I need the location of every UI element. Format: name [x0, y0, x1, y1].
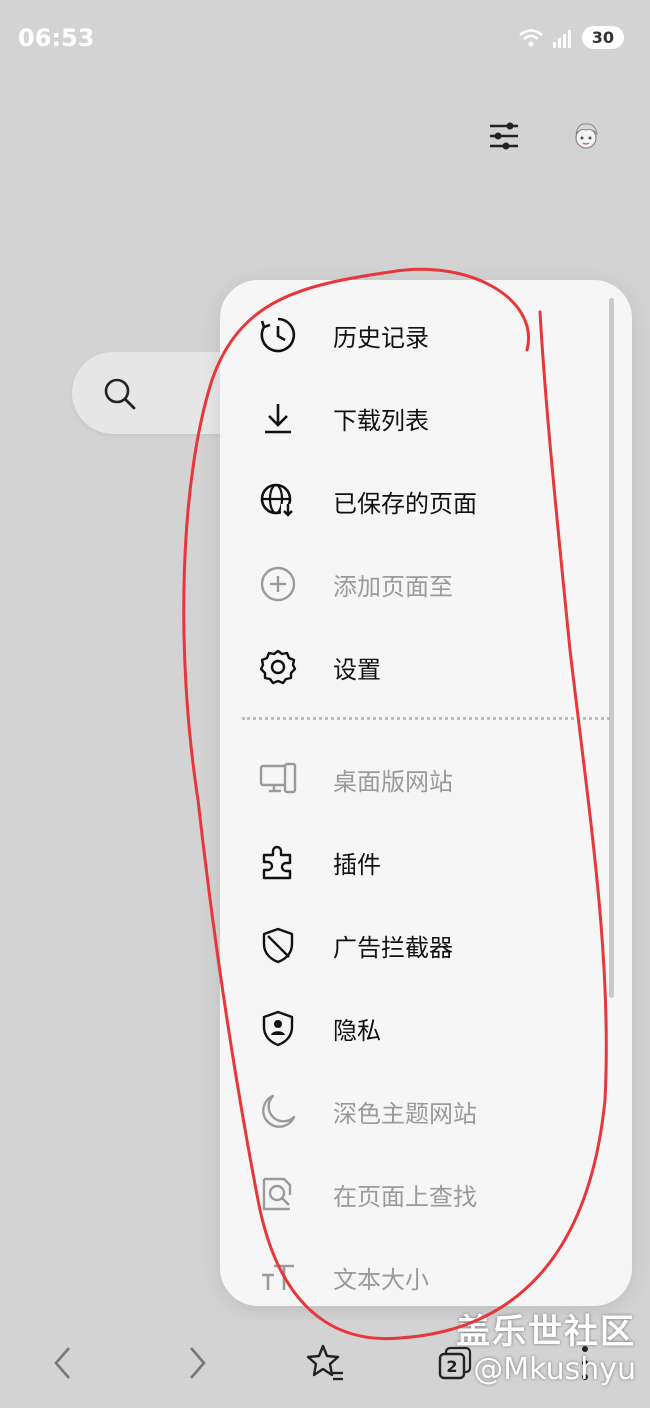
menu-item-label: 隐私: [333, 1016, 381, 1045]
privacy-shield-icon: [258, 1008, 298, 1048]
sliders-icon: [490, 122, 518, 150]
menu-item-label: 在页面上查找: [333, 1182, 477, 1211]
menu-item-label: 文本大小: [333, 1265, 429, 1294]
avatar-icon: [575, 123, 598, 149]
chevron-right-icon: [190, 1347, 206, 1379]
menu-item-label: 深色主题网站: [333, 1099, 477, 1128]
puzzle-icon: [258, 842, 298, 882]
history-icon: [258, 315, 298, 355]
customize-toolbar-button[interactable]: [480, 112, 528, 160]
status-icons: 30: [518, 26, 624, 49]
tabs-count: 2: [446, 1357, 457, 1376]
desktop-icon: [258, 759, 298, 799]
status-time: 06:53: [18, 24, 95, 52]
text-size-icon: [258, 1257, 298, 1297]
menu-item-history[interactable]: 历史记录: [220, 300, 600, 370]
saved-pages-icon: [258, 481, 298, 521]
chevron-left-icon: [54, 1347, 70, 1379]
avatar[interactable]: [562, 112, 610, 160]
menu-item-ad-blocker[interactable]: 广告拦截器: [220, 910, 600, 980]
battery-badge: 30: [581, 26, 624, 49]
back-button[interactable]: [38, 1338, 88, 1388]
watermark-site: 盖乐世社区: [456, 1312, 636, 1352]
menu-item-add-ons[interactable]: 插件: [220, 827, 600, 897]
menu-scrollbar[interactable]: [609, 298, 614, 998]
top-toolbar: [480, 112, 610, 160]
menu-item-label: 设置: [333, 655, 381, 684]
shield-slash-icon: [258, 925, 298, 965]
menu-item-find-in-page[interactable]: 在页面上查找: [220, 1159, 600, 1229]
menu-item-label: 添加页面至: [333, 572, 453, 601]
menu-item-downloads[interactable]: 下载列表: [220, 383, 600, 453]
menu-item-privacy[interactable]: 隐私: [220, 993, 600, 1063]
menu-item-label: 桌面版网站: [333, 767, 453, 796]
menu-item-label: 插件: [333, 850, 381, 879]
menu-item-settings[interactable]: 设置: [220, 632, 600, 702]
watermark-user: @Mkushyu: [473, 1352, 636, 1387]
gear-icon: [258, 647, 298, 687]
menu-item-label: 历史记录: [333, 323, 429, 352]
star-list-icon: [306, 1344, 343, 1381]
download-icon: [258, 398, 298, 438]
moon-icon: [258, 1091, 298, 1131]
wifi-icon: [518, 28, 543, 46]
search-icon: [104, 378, 136, 410]
menu-item-label: 广告拦截器: [333, 933, 453, 962]
menu-item-label: 下载列表: [333, 406, 429, 435]
signal-icon: [552, 29, 571, 48]
menu-item-add-page-to[interactable]: 添加页面至: [220, 549, 600, 619]
menu-item-desktop-site[interactable]: 桌面版网站: [220, 744, 600, 814]
add-circle-icon: [258, 564, 298, 604]
forward-button[interactable]: [172, 1338, 222, 1388]
menu-divider: [242, 717, 610, 720]
overflow-menu: 历史记录 下载列表 已保存的页面 添加页面至 设置 桌面版网站 插件 广告拦截器…: [220, 280, 632, 1306]
find-in-page-icon: [258, 1174, 298, 1214]
bookmarks-button[interactable]: [300, 1338, 350, 1388]
status-bar: 06:53 30: [0, 0, 650, 80]
menu-item-saved-pages[interactable]: 已保存的页面: [220, 466, 600, 536]
menu-item-dark-theme-sites[interactable]: 深色主题网站: [220, 1076, 600, 1146]
menu-item-text-size[interactable]: 文本大小: [220, 1242, 600, 1306]
menu-item-label: 已保存的页面: [333, 489, 477, 518]
